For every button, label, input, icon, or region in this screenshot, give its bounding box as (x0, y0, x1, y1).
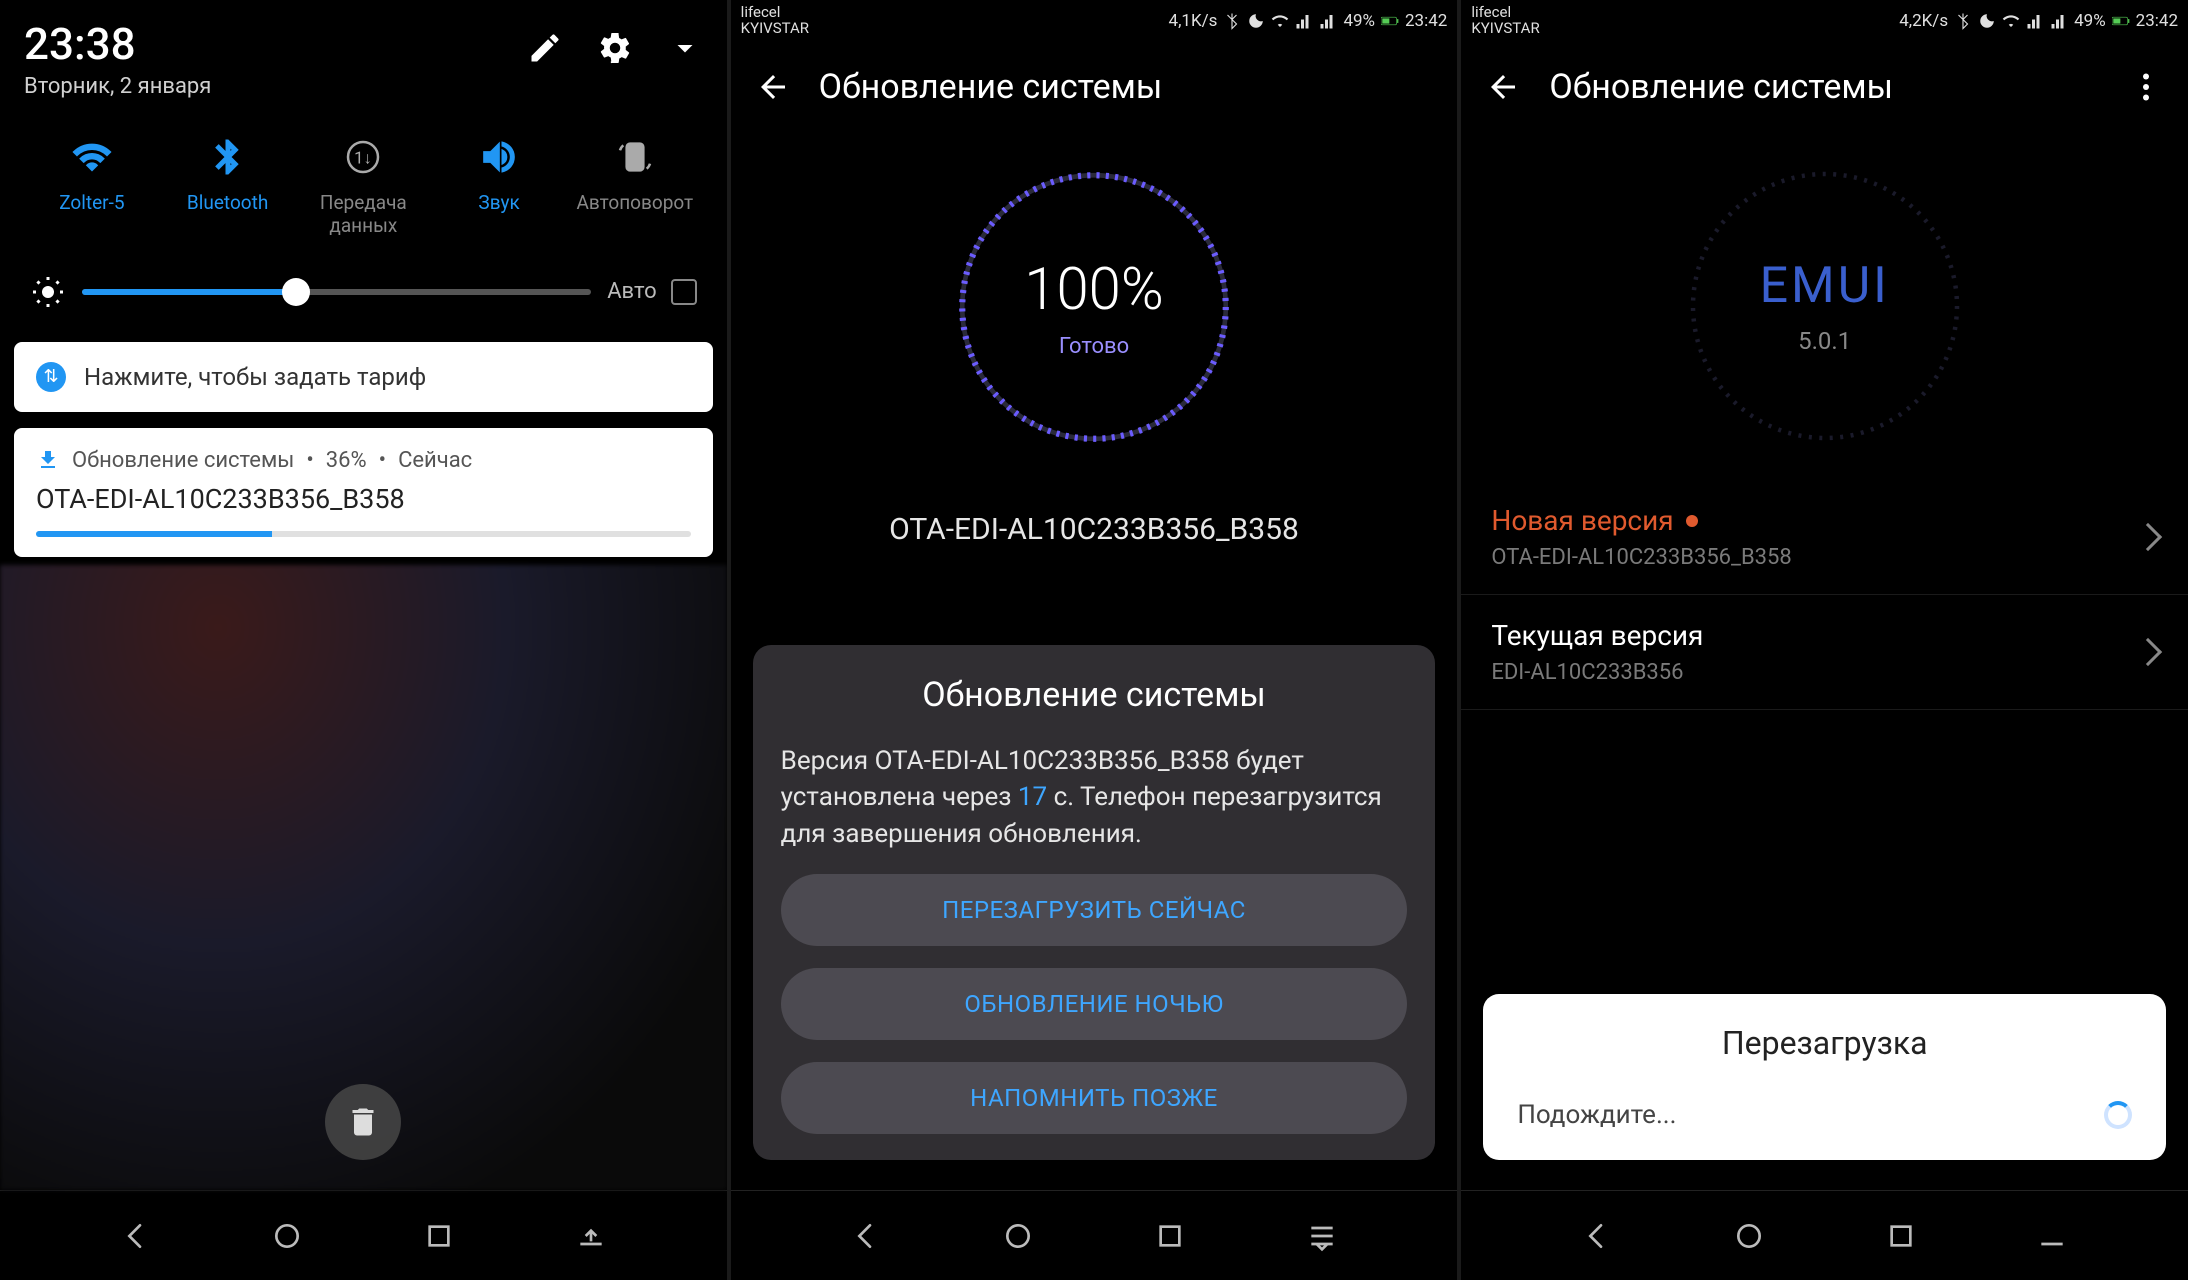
reboot-toast: Перезагрузка Подождите... (1483, 994, 2166, 1160)
signal-icon (2026, 12, 2044, 30)
brightness-icon (30, 274, 66, 310)
svg-text:1↓: 1↓ (354, 150, 372, 169)
nav-back-icon[interactable] (1581, 1220, 1613, 1252)
bluetooth-icon (1223, 12, 1241, 30)
download-progress (36, 531, 691, 537)
signal2-icon (2050, 12, 2068, 30)
nav-bar (731, 1190, 1458, 1280)
nav-shade-icon[interactable] (2036, 1220, 2068, 1252)
battery-icon (2112, 12, 2130, 30)
status-bar: lifecel KYIVSTAR 4,2K/s 49% 23:42 (1461, 0, 2188, 42)
progress-ring: 100% Готово (939, 152, 1249, 462)
emui-ring: EMUI 5.0.1 (1675, 156, 1975, 456)
quick-settings: Zolter-5 Bluetooth 1↓ Передача данных Зв… (0, 109, 727, 258)
qs-autorotate[interactable]: Автоповорот (567, 137, 703, 238)
title-bar: Обновление системы (1461, 42, 2188, 132)
status-date: Вторник, 2 января (24, 74, 211, 99)
chevron-right-icon (2134, 638, 2162, 666)
nav-bar (1461, 1190, 2188, 1280)
nav-home-icon[interactable] (1733, 1220, 1765, 1252)
battery-icon (1381, 12, 1399, 30)
notification-system-update[interactable]: Обновление системы • 36% • Сейчас OTA-ED… (14, 428, 713, 557)
expand-chevron-icon[interactable] (667, 30, 703, 66)
status-bar: lifecel KYIVSTAR 4,1K/s 49% 23:42 (731, 0, 1458, 42)
qs-wifi[interactable]: Zolter-5 (24, 137, 160, 238)
notification-tariff[interactable]: ⇅ Нажмите, чтобы задать тариф (14, 342, 713, 412)
signal2-icon (1319, 12, 1337, 30)
brightness-auto-label: Авто (607, 279, 656, 304)
brightness-slider[interactable] (82, 289, 591, 295)
current-version-item[interactable]: Текущая версия EDI-AL10C233B356 (1461, 595, 2188, 710)
nav-recents-icon[interactable] (423, 1220, 455, 1252)
settings-gear-icon[interactable] (597, 30, 633, 66)
wifi-icon (1271, 12, 1289, 30)
version-line: OTA-EDI-AL10C233B356_B358 (731, 512, 1458, 547)
more-menu-icon[interactable] (2128, 69, 2164, 105)
qs-sound[interactable]: Звук (431, 137, 567, 238)
back-arrow-icon[interactable] (755, 69, 791, 105)
bluetooth-icon (1954, 12, 1972, 30)
brightness-auto-checkbox[interactable] (671, 279, 697, 305)
dnd-icon (1978, 12, 1996, 30)
nav-home-icon[interactable] (271, 1220, 303, 1252)
data-usage-icon: ⇅ (36, 362, 66, 392)
remind-later-button[interactable]: НАПОМНИТЬ ПОЗЖЕ (781, 1062, 1408, 1134)
new-version-item[interactable]: Новая версия OTA-EDI-AL10C233B356_B358 (1461, 480, 2188, 595)
nav-shade-icon[interactable] (575, 1220, 607, 1252)
edit-icon[interactable] (527, 30, 563, 66)
clear-all-button[interactable] (325, 1084, 401, 1160)
nav-home-icon[interactable] (1002, 1220, 1034, 1252)
update-night-button[interactable]: ОБНОВЛЕНИЕ НОЧЬЮ (781, 968, 1408, 1040)
wifi-icon (2002, 12, 2020, 30)
back-arrow-icon[interactable] (1485, 69, 1521, 105)
reboot-now-button[interactable]: ПЕРЕЗАГРУЗИТЬ СЕЙЧАС (781, 874, 1408, 946)
signal-icon (1295, 12, 1313, 30)
nav-recents-icon[interactable] (1154, 1220, 1186, 1252)
nav-bar (0, 1190, 727, 1280)
qs-bluetooth[interactable]: Bluetooth (160, 137, 296, 238)
download-icon (36, 448, 60, 472)
new-dot-icon (1686, 515, 1698, 527)
brightness-row: Авто (0, 258, 727, 334)
dialog-text: Версия OTA-EDI-AL10C233B356_B358 будет у… (781, 743, 1408, 852)
nav-back-icon[interactable] (850, 1220, 882, 1252)
nav-back-icon[interactable] (120, 1220, 152, 1252)
chevron-right-icon (2134, 523, 2162, 551)
install-dialog: Обновление системы Версия OTA-EDI-AL10C2… (753, 645, 1436, 1160)
dnd-icon (1247, 12, 1265, 30)
qs-data[interactable]: 1↓ Передача данных (295, 137, 431, 238)
title-bar: Обновление системы (731, 42, 1458, 132)
spinner-icon (2104, 1101, 2132, 1129)
nav-recents-icon[interactable] (1885, 1220, 1917, 1252)
status-time: 23:38 (24, 18, 211, 70)
status-bar: 23:38 Вторник, 2 января (0, 0, 727, 109)
nav-shade-icon[interactable] (1306, 1220, 1338, 1252)
